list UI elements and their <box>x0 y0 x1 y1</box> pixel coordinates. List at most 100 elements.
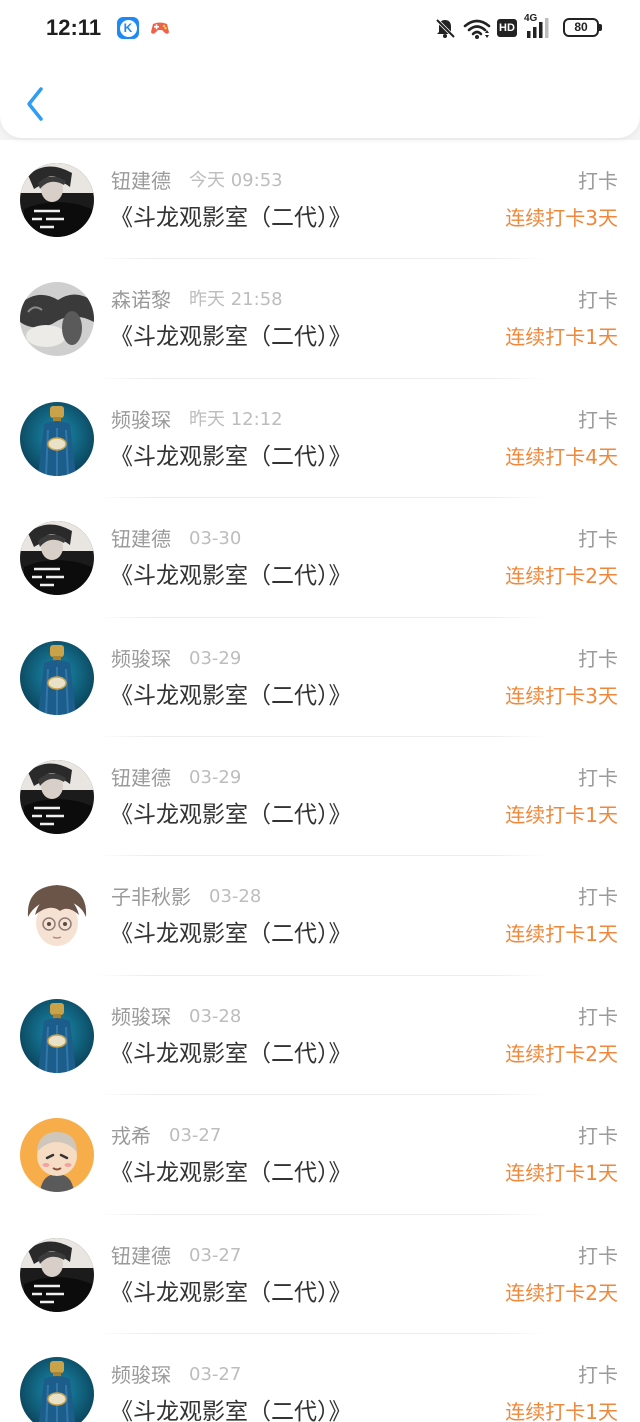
user-name[interactable]: 钮建德 <box>111 764 171 792</box>
room-title[interactable]: 《斗龙观影室（二代）》 <box>110 320 352 354</box>
cartoon-orange-avatar-icon <box>20 1118 94 1193</box>
k-app-icon: K <box>117 17 139 39</box>
row-meta: 钮建德 今天 09:53 <box>111 167 283 195</box>
post-time: 昨天 12:12 <box>189 408 283 430</box>
user-avatar[interactable] <box>20 163 94 237</box>
checkin-row[interactable]: 子非秋影 03-28 《斗龙观影室（二代）》 打卡 连续打卡1天 <box>0 856 640 976</box>
back-button[interactable] <box>20 84 50 124</box>
checkin-label: 打卡 <box>578 169 618 193</box>
checkin-label: 打卡 <box>578 527 618 552</box>
room-title[interactable]: 《斗龙观影室（二代）》 <box>110 1037 352 1071</box>
checkin-row[interactable]: 频骏琛 03-27 《斗龙观影室（二代）》 打卡 连续打卡1天 <box>0 1334 640 1422</box>
room-title[interactable]: 《斗龙观影室（二代）》 <box>110 1276 352 1310</box>
row-meta: 钮建德 03-29 <box>111 764 241 792</box>
user-avatar[interactable] <box>20 521 94 596</box>
status-time: 12:11 <box>46 15 102 40</box>
checkin-label: 打卡 <box>578 765 618 790</box>
row-meta: 频骏琛 03-27 <box>111 1361 241 1389</box>
user-avatar[interactable] <box>20 1356 94 1422</box>
user-name[interactable]: 频骏琛 <box>111 1003 171 1031</box>
user-name[interactable]: 子非秋影 <box>111 883 191 911</box>
streak-count: 连续打卡2天 <box>505 1280 618 1305</box>
post-time: 今天 09:53 <box>189 170 283 191</box>
user-avatar[interactable] <box>20 1237 94 1312</box>
room-title[interactable]: 《斗龙观影室（二代）》 <box>110 559 352 593</box>
checkin-row[interactable]: 戎希 03-27 《斗龙观影室（二代）》 打卡 连续打卡1天 <box>0 1095 640 1215</box>
streak-count: 连续打卡1天 <box>505 802 618 827</box>
user-avatar[interactable] <box>20 640 94 715</box>
room-title[interactable]: 《斗龙观影室（二代）》 <box>110 201 352 235</box>
checkin-label: 打卡 <box>578 1243 618 1268</box>
room-title[interactable]: 《斗龙观影室（二代）》 <box>110 917 352 951</box>
user-name[interactable]: 森诺黎 <box>111 286 171 314</box>
streak-count: 连续打卡1天 <box>505 325 618 350</box>
row-meta: 森诺黎 昨天 21:58 <box>111 286 283 314</box>
checkin-row[interactable]: 频骏琛 昨天 12:12 《斗龙观影室（二代）》 打卡 连续打卡4天 <box>0 379 640 499</box>
user-name[interactable]: 频骏琛 <box>111 645 171 673</box>
streak-count: 连续打卡4天 <box>505 444 618 469</box>
user-avatar[interactable] <box>20 998 94 1073</box>
checkin-row[interactable]: 钮建德 今天 09:53 《斗龙观影室（二代）》 打卡连续打卡3天 <box>0 140 640 260</box>
row-meta: 频骏琛 昨天 12:12 <box>111 406 283 434</box>
checkin-list: 钮建德 今天 09:53 《斗龙观影室（二代）》 打卡 连续打卡3天 森诺黎 昨天 21:… <box>0 140 640 1422</box>
checkin-row[interactable]: 森诺黎 昨天 21:58 《斗龙观影室（二代）》 打卡连续打卡1天 <box>0 259 640 379</box>
signal-bars-icon <box>527 18 549 38</box>
row-meta: 钮建德 03-30 <box>111 525 241 553</box>
streak-count: 连续打卡3天 <box>505 206 618 230</box>
post-time: 03-30 <box>189 528 242 550</box>
user-avatar[interactable] <box>20 401 94 476</box>
chevron-left-icon <box>27 87 43 121</box>
row-meta: 子非秋影 03-28 <box>111 883 261 911</box>
checkin-row[interactable]: 频骏琛 03-28 《斗龙观影室（二代）》 打卡连续打卡2天 <box>0 976 640 1096</box>
streak-count: 连续打卡1天 <box>505 1399 618 1422</box>
room-title[interactable]: 《斗龙观影室（二代）》 <box>110 1156 352 1190</box>
gray-scene-avatar-icon <box>20 282 94 357</box>
room-title[interactable]: 《斗龙观影室（二代）》 <box>110 1395 352 1422</box>
dark-portrait-avatar-icon <box>20 1237 94 1312</box>
room-title[interactable]: 《斗龙观影室（二代）》 <box>110 798 352 832</box>
teal-bottle-avatar-icon <box>20 401 94 476</box>
teal-bottle-avatar-icon <box>20 640 94 715</box>
checkin-label: 打卡 <box>578 1124 618 1149</box>
user-name[interactable]: 钮建德 <box>111 525 171 553</box>
game-controller-icon <box>151 22 169 34</box>
streak-count: 连续打卡3天 <box>505 683 618 708</box>
user-avatar[interactable] <box>20 282 94 357</box>
checkin-label: 打卡 <box>578 288 618 313</box>
checkin-row[interactable]: 钮建德 03-27 《斗龙观影室（二代）》 打卡连续打卡2天 <box>0 1215 640 1334</box>
checkin-list-page: 12:11 K HD 4G 80 钮建德 今天 09:53 《斗龙观影室（二代）… <box>0 0 640 1422</box>
user-avatar[interactable] <box>20 759 94 834</box>
k-app-letter: K <box>119 19 137 37</box>
hd-badge: HD <box>497 19 517 37</box>
checkin-row[interactable]: 钮建德 03-29 《斗龙观影室（二代）》 打卡连续打卡1天 <box>0 737 640 857</box>
post-time: 03-29 <box>189 647 242 669</box>
room-title[interactable]: 《斗龙观影室（二代）》 <box>110 440 352 474</box>
post-time: 昨天 21:58 <box>189 289 283 311</box>
post-time: 03-27 <box>189 1244 242 1266</box>
checkin-label: 打卡 <box>578 1004 618 1029</box>
row-meta: 频骏琛 03-28 <box>111 1003 241 1031</box>
room-title[interactable]: 《斗龙观影室（二代）》 <box>110 679 352 713</box>
post-time: 03-28 <box>189 1005 242 1027</box>
checkin-row[interactable]: 钮建德 03-30 《斗龙观影室（二代）》 打卡连续打卡2天 <box>0 498 640 618</box>
user-name[interactable]: 频骏琛 <box>111 406 171 434</box>
wifi-icon <box>463 19 491 39</box>
user-name[interactable]: 钮建德 <box>111 1242 171 1270</box>
dark-portrait-avatar-icon <box>20 759 94 834</box>
user-avatar[interactable] <box>20 1118 94 1193</box>
battery-icon: 80 <box>563 18 599 37</box>
anime-boy-avatar-icon <box>20 879 94 954</box>
user-avatar[interactable] <box>20 879 94 954</box>
row-meta: 频骏琛 03-29 <box>111 645 241 673</box>
post-time: 03-27 <box>169 1125 222 1147</box>
streak-count: 连续打卡2天 <box>505 1041 618 1066</box>
user-name[interactable]: 钮建德 <box>111 167 171 195</box>
streak-count: 连续打卡2天 <box>505 564 618 589</box>
battery-tip <box>599 24 602 31</box>
user-name[interactable]: 戎希 <box>111 1122 151 1150</box>
post-time: 03-28 <box>209 886 262 908</box>
user-name[interactable]: 频骏琛 <box>111 1361 171 1389</box>
bell-off-icon <box>435 18 456 39</box>
checkin-row[interactable]: 频骏琛 03-29 《斗龙观影室（二代）》 打卡 连续打卡3天 <box>0 618 640 737</box>
dark-portrait-avatar-icon <box>20 521 94 596</box>
